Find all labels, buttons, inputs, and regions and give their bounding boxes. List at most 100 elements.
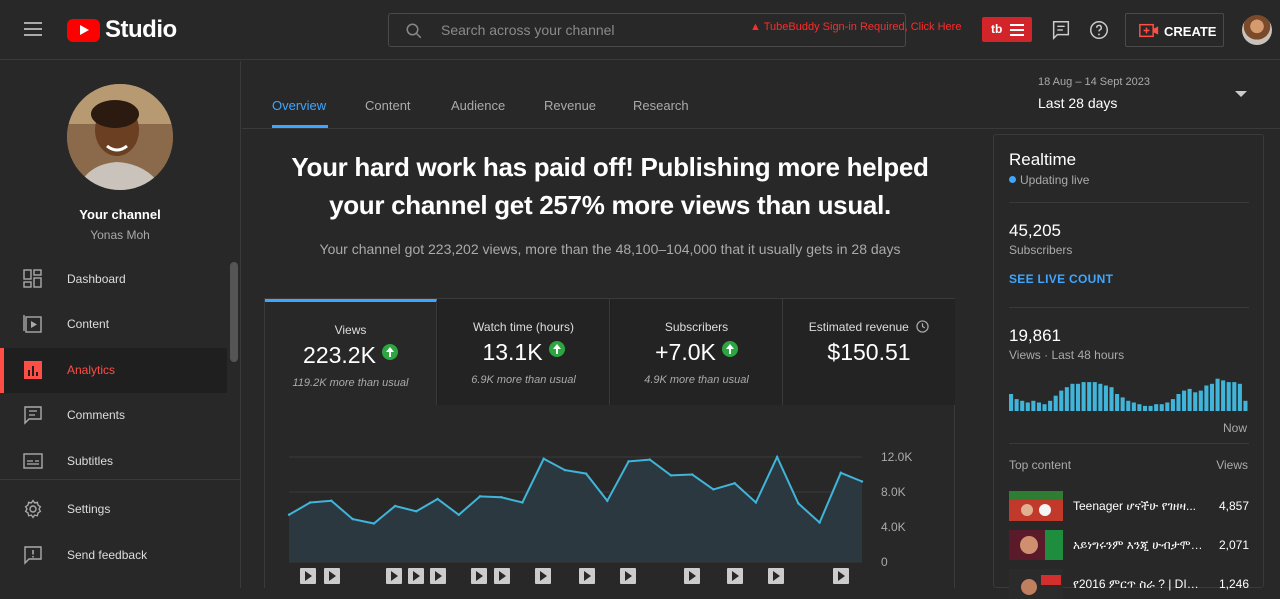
- sidebar-item-subtitles[interactable]: Subtitles: [0, 439, 227, 484]
- data-point[interactable]: [287, 513, 291, 516]
- help-icon[interactable]: [1088, 19, 1110, 41]
- realtime-bar[interactable]: [1092, 382, 1097, 411]
- data-point[interactable]: [775, 455, 779, 459]
- tab-audience[interactable]: Audience: [451, 98, 505, 113]
- metric-revenue[interactable]: Estimated revenue $150.51: [783, 299, 955, 405]
- tubebuddy-button[interactable]: tb: [982, 17, 1032, 42]
- realtime-bar[interactable]: [1098, 383, 1103, 411]
- tab-content[interactable]: Content: [365, 98, 411, 113]
- search-input[interactable]: [441, 14, 741, 46]
- data-point[interactable]: [351, 517, 354, 521]
- realtime-bar[interactable]: [1237, 383, 1242, 411]
- data-point[interactable]: [478, 495, 482, 498]
- realtime-bar[interactable]: [1059, 390, 1064, 411]
- top-content-row[interactable]: Teenager ሆናችሁ የገዘዛ... 4,857: [1009, 491, 1249, 521]
- realtime-bar[interactable]: [1025, 402, 1030, 412]
- sidebar-item-feedback[interactable]: Send feedback: [0, 533, 227, 578]
- data-point[interactable]: [754, 501, 758, 504]
- realtime-bar[interactable]: [1048, 400, 1053, 411]
- realtime-bar[interactable]: [1087, 382, 1092, 411]
- realtime-bar[interactable]: [1165, 402, 1170, 412]
- sidebar-item-dashboard[interactable]: Dashboard: [0, 257, 227, 302]
- top-content-row[interactable]: የ2016 ምርጥ ስራ ? | DIG... 1,246: [1009, 569, 1249, 599]
- realtime-bar[interactable]: [1159, 404, 1164, 411]
- realtime-bar[interactable]: [1070, 383, 1075, 411]
- realtime-bar[interactable]: [1109, 387, 1114, 411]
- realtime-bar[interactable]: [1115, 394, 1120, 411]
- data-point[interactable]: [330, 499, 333, 502]
- data-point[interactable]: [309, 501, 312, 504]
- realtime-bar[interactable]: [1031, 400, 1036, 411]
- metric-subscribers[interactable]: Subscribers +7.0K 4.9K more than usual: [611, 299, 783, 405]
- messages-icon[interactable]: [1050, 19, 1072, 41]
- realtime-bar[interactable]: [1182, 390, 1187, 411]
- realtime-bar[interactable]: [1154, 404, 1159, 411]
- realtime-bar[interactable]: [1053, 395, 1058, 411]
- data-point[interactable]: [372, 522, 376, 525]
- tab-research[interactable]: Research: [633, 98, 689, 113]
- realtime-bar[interactable]: [1148, 405, 1153, 411]
- data-point[interactable]: [606, 499, 609, 502]
- realtime-bar[interactable]: [1064, 387, 1069, 411]
- data-point[interactable]: [457, 513, 460, 516]
- metric-views[interactable]: Views 223.2K 119.2K more than usual: [265, 299, 437, 405]
- realtime-bar[interactable]: [1075, 383, 1081, 411]
- realtime-bar[interactable]: [1226, 382, 1231, 411]
- data-point[interactable]: [797, 502, 800, 505]
- realtime-bar[interactable]: [1131, 402, 1136, 412]
- sidebar-item-content[interactable]: Content: [0, 302, 227, 347]
- realtime-bar[interactable]: [1193, 392, 1198, 411]
- data-point[interactable]: [669, 474, 673, 477]
- data-point[interactable]: [648, 458, 651, 461]
- sidebar-item-analytics[interactable]: Analytics: [0, 348, 227, 393]
- realtime-bar[interactable]: [1209, 383, 1215, 411]
- channel-avatar[interactable]: [67, 84, 173, 190]
- menu-icon[interactable]: [24, 22, 42, 36]
- data-point[interactable]: [733, 482, 736, 485]
- realtime-bar[interactable]: [1232, 382, 1237, 411]
- data-point[interactable]: [521, 501, 524, 504]
- data-point[interactable]: [839, 471, 842, 474]
- realtime-bar[interactable]: [1215, 378, 1220, 411]
- data-point[interactable]: [542, 457, 545, 460]
- realtime-bar[interactable]: [1042, 404, 1047, 411]
- realtime-bar[interactable]: [1142, 405, 1148, 411]
- see-live-count-link[interactable]: SEE LIVE COUNT: [1009, 272, 1113, 286]
- data-point[interactable]: [860, 480, 864, 483]
- realtime-bar[interactable]: [1176, 394, 1181, 411]
- realtime-bar[interactable]: [1126, 400, 1131, 411]
- realtime-bar[interactable]: [1081, 382, 1086, 411]
- date-period-label[interactable]: Last 28 days: [1038, 95, 1117, 111]
- realtime-bar[interactable]: [1036, 402, 1041, 412]
- tab-overview[interactable]: Overview: [272, 98, 326, 113]
- realtime-bar[interactable]: [1221, 380, 1226, 411]
- date-range[interactable]: 18 Aug – 14 Sept 2023: [1038, 76, 1150, 88]
- sidebar-item-settings[interactable]: Settings: [0, 487, 227, 532]
- realtime-bar[interactable]: [1014, 399, 1019, 411]
- app-title[interactable]: Studio: [105, 16, 177, 44]
- data-point[interactable]: [563, 468, 567, 472]
- realtime-bar[interactable]: [1137, 404, 1142, 411]
- realtime-bar[interactable]: [1198, 390, 1203, 411]
- views-chart-svg[interactable]: 12.0K 8.0K 4.0K 0: [265, 405, 954, 588]
- tubebuddy-warning[interactable]: ▲ TubeBuddy Sign-in Required, Click Here: [750, 21, 961, 33]
- sidebar-scrollbar[interactable]: [230, 262, 238, 362]
- realtime-bar[interactable]: [1170, 399, 1175, 411]
- realtime-bar[interactable]: [1187, 388, 1192, 411]
- sidebar-item-comments[interactable]: Comments: [0, 393, 227, 438]
- realtime-bar[interactable]: [1243, 400, 1248, 411]
- data-point[interactable]: [818, 521, 821, 524]
- data-point[interactable]: [627, 460, 630, 463]
- data-point[interactable]: [691, 473, 694, 476]
- realtime-bar[interactable]: [1120, 397, 1125, 411]
- data-point[interactable]: [436, 497, 439, 501]
- data-point[interactable]: [393, 504, 397, 508]
- top-content-row[interactable]: አይነግሩንም እንጂ ሁብታሞች... 2,071: [1009, 530, 1249, 560]
- realtime-bar-chart[interactable]: [1009, 375, 1249, 413]
- realtime-bar[interactable]: [1204, 385, 1209, 412]
- youtube-logo-icon[interactable]: [67, 19, 100, 42]
- realtime-bar[interactable]: [1020, 400, 1025, 411]
- chevron-down-icon[interactable]: [1235, 91, 1247, 97]
- data-point[interactable]: [584, 472, 588, 475]
- data-point[interactable]: [500, 496, 503, 499]
